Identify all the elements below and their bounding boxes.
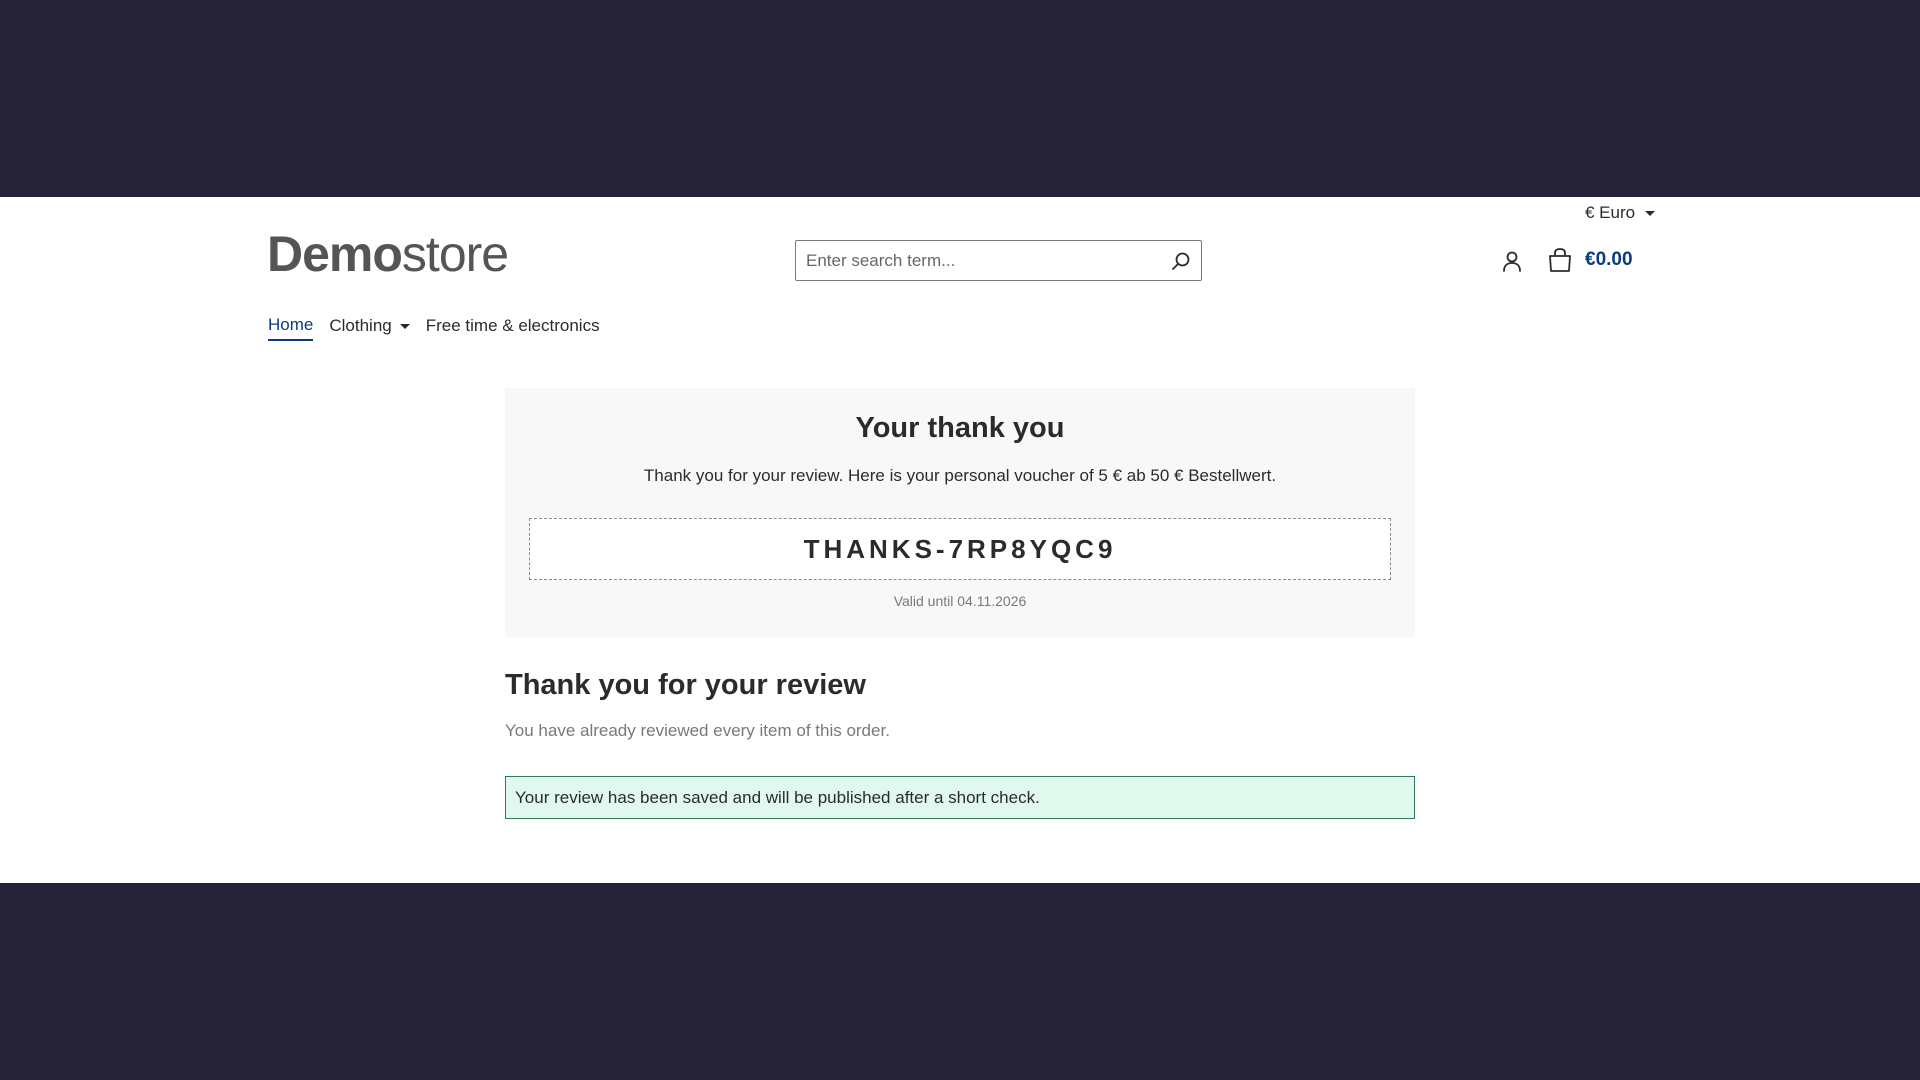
search-input[interactable] [796, 241, 1161, 280]
logo-bold-text: Demo [267, 226, 403, 282]
review-subtitle: You have already reviewed every item of … [505, 721, 890, 740]
success-alert: Your review has been saved and will be p… [505, 776, 1415, 819]
voucher-description: Thank you for your review. Here is your … [643, 466, 1277, 485]
search-icon [1172, 252, 1190, 270]
nav-item-label: Clothing [329, 316, 392, 335]
chevron-down-icon [1645, 210, 1656, 216]
chevron-down-icon [399, 323, 410, 329]
logo-light-text: store [401, 226, 509, 282]
cart-total: €0.00 [1585, 249, 1633, 270]
search-button[interactable] [1161, 241, 1201, 280]
cart-button[interactable]: €0.00 [1547, 247, 1633, 273]
nav-item-label: Free time & electronics [425, 316, 600, 335]
storefront-page: € Euro Demostore €0.00 Home Cl [0, 197, 1920, 883]
review-heading: Thank you for your review [505, 669, 866, 701]
nav-item-label: Home [268, 315, 314, 334]
main-navigation: Home Clothing Free time & electronics [268, 315, 600, 341]
currency-label: € Euro [1585, 203, 1636, 222]
voucher-title: Your thank you [855, 412, 1065, 444]
voucher-card: Your thank you Thank you for your review… [505, 388, 1415, 637]
voucher-code[interactable]: THANKS-7RP8YQC9 [529, 518, 1391, 580]
shopping-bag-icon [1549, 248, 1571, 272]
currency-selector[interactable]: € Euro [1585, 203, 1656, 223]
nav-item-free-time-electronics[interactable]: Free time & electronics [426, 315, 600, 341]
account-button[interactable] [1500, 249, 1524, 273]
store-logo[interactable]: Demostore [267, 226, 509, 282]
search-form [795, 240, 1202, 281]
voucher-validity: Valid until 04.11.2026 [893, 593, 1027, 609]
nav-item-home[interactable]: Home [268, 315, 314, 341]
nav-item-clothing[interactable]: Clothing [329, 315, 410, 341]
user-icon [1503, 251, 1521, 272]
